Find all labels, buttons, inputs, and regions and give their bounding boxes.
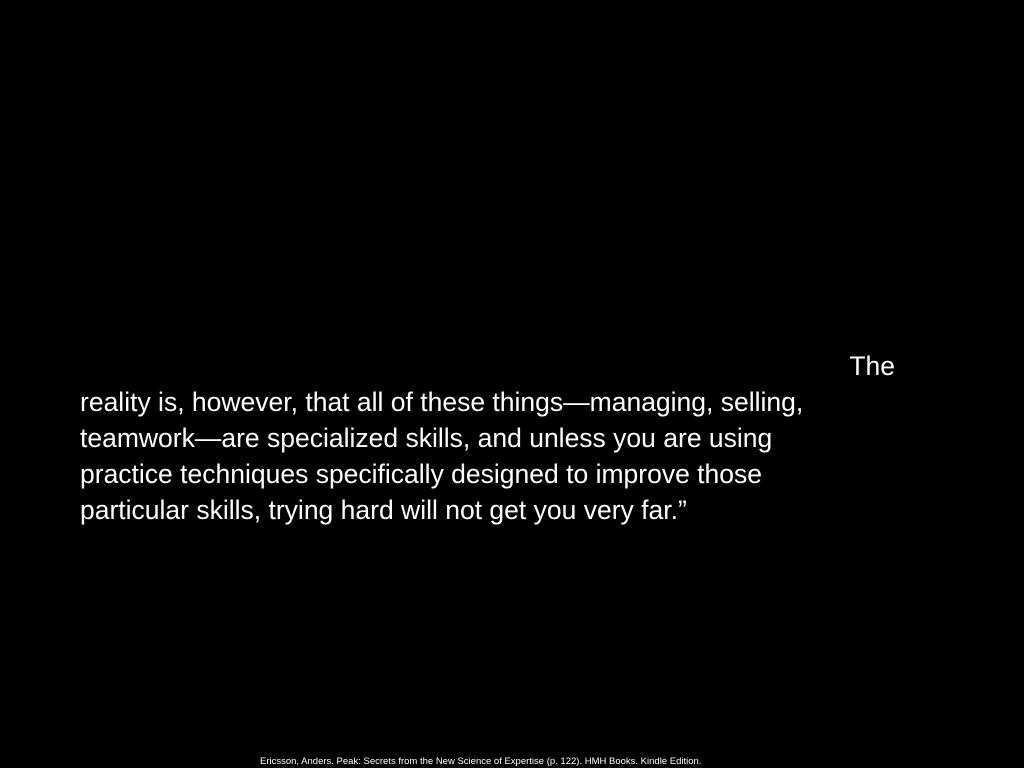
- quote-text: The reality is, however, that all of the…: [80, 348, 910, 528]
- quote-line: reality is, however, that all of these t…: [80, 387, 804, 417]
- slide: The reality is, however, that all of the…: [0, 0, 1024, 768]
- quote-line: particular skills, trying hard will not …: [80, 495, 687, 525]
- quote-line: teamwork—are specialized skills, and unl…: [80, 423, 773, 453]
- quote-line: The: [849, 351, 895, 381]
- citation-text: Ericsson, Anders. Peak: Secrets from the…: [260, 756, 702, 767]
- quote-line: practice techniques specifically designe…: [80, 459, 763, 489]
